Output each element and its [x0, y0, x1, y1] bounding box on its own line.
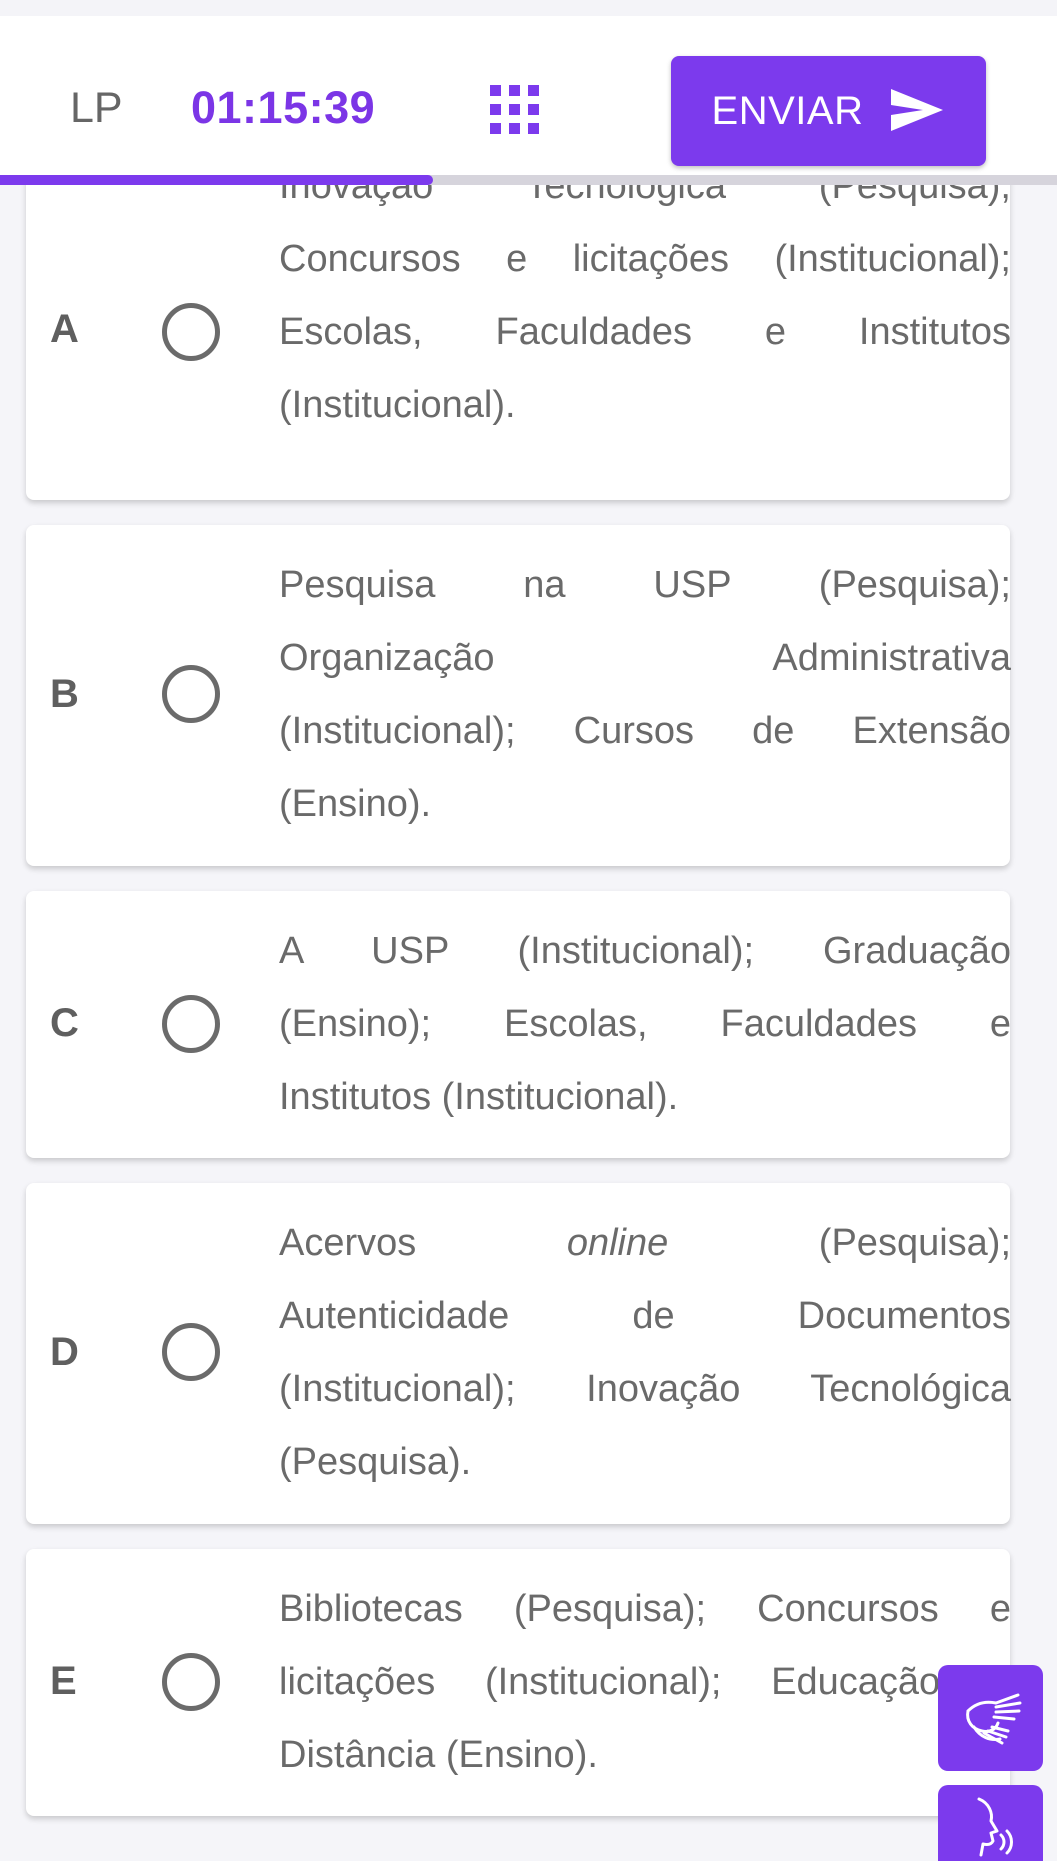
option-line: (Institucional); Cursos de Extensão: [279, 710, 1011, 752]
option-letter: D: [50, 1330, 79, 1374]
option-letter: B: [50, 672, 79, 716]
option-card-c[interactable]: C A USP (Institucional); Graduação (Ensi…: [26, 891, 1011, 1158]
sign-language-button[interactable]: [938, 1665, 1043, 1771]
option-text: Inovação Tecnológica (Pesquisa); Concurs…: [279, 150, 1011, 442]
option-line: Pesquisa na USP (Pesquisa);: [279, 564, 1011, 606]
option-card-e[interactable]: E Bibliotecas (Pesquisa); Concursos e li…: [26, 1549, 1011, 1816]
radio-button[interactable]: [162, 665, 220, 723]
option-line: licitações (Institucional); Educação a: [279, 1661, 1011, 1703]
option-line: Autenticidade de Documentos: [279, 1295, 1011, 1337]
progress-bar-fill: [0, 175, 434, 185]
sign-language-hands-icon: [956, 1681, 1026, 1756]
radio-button[interactable]: [162, 1323, 220, 1381]
send-arrow-icon: [889, 87, 945, 136]
option-line: (Ensino); Escolas, Faculdades e: [279, 1003, 1011, 1045]
speak-audio-icon: [961, 1797, 1021, 1861]
option-card-a[interactable]: A Inovação Tecnológica (Pesquisa); Concu…: [26, 150, 1011, 500]
audio-read-button[interactable]: [938, 1785, 1043, 1861]
exam-page: A Inovação Tecnológica (Pesquisa); Concu…: [0, 0, 1057, 1861]
option-letter: E: [50, 1659, 77, 1703]
option-line: A USP (Institucional); Graduação: [279, 930, 1011, 972]
option-letter: C: [50, 1001, 79, 1045]
radio-button[interactable]: [162, 995, 220, 1053]
option-line: Organização Administrativa: [279, 637, 1011, 679]
option-line: (Pesquisa).: [279, 1441, 472, 1483]
option-text: Bibliotecas (Pesquisa); Concursos e lici…: [279, 1573, 1011, 1792]
answer-options: A Inovação Tecnológica (Pesquisa); Concu…: [0, 0, 1057, 1861]
countdown-timer: 01:15:39: [191, 82, 376, 133]
option-card-d[interactable]: D Acervos online (Pesquisa); Autenticida…: [26, 1183, 1011, 1524]
option-line: (Institucional); Inovação Tecnológica: [279, 1368, 1011, 1410]
option-card-b[interactable]: B Pesquisa na USP (Pesquisa); Organizaçã…: [26, 525, 1011, 866]
radio-button[interactable]: [162, 303, 220, 361]
option-text: A USP (Institucional); Graduação (Ensino…: [279, 915, 1011, 1134]
option-line: Distância (Ensino).: [279, 1734, 598, 1776]
option-line: Institutos (Institucional).: [279, 1076, 679, 1118]
option-text: Pesquisa na USP (Pesquisa); Organização …: [279, 549, 1011, 841]
option-letter: A: [50, 307, 79, 351]
option-line: Escolas, Faculdades e Institutos: [279, 311, 1011, 353]
radio-button[interactable]: [162, 1653, 220, 1711]
option-line-part: Acervos: [279, 1222, 567, 1264]
send-button-label: ENVIAR: [711, 88, 864, 133]
option-line: Bibliotecas (Pesquisa); Concursos e: [279, 1588, 1011, 1630]
exam-header: LP 01:15:39 ENVIAR: [0, 16, 1057, 175]
send-button[interactable]: ENVIAR: [671, 56, 986, 166]
option-line: Acervos online (Pesquisa);: [279, 1207, 1011, 1280]
option-line: (Institucional).: [279, 384, 516, 426]
option-line: (Ensino).: [279, 783, 432, 825]
question-grid-icon[interactable]: [490, 85, 540, 135]
subject-code: LP: [70, 84, 123, 132]
option-line-part: (Pesquisa);: [668, 1222, 1011, 1264]
option-text: Acervos online (Pesquisa); Autenticidade…: [279, 1207, 1011, 1499]
option-line-italic: online: [566, 1222, 669, 1264]
progress-bar: [0, 175, 1057, 185]
option-line: Concursos e licitações (Institucional);: [279, 238, 1011, 280]
